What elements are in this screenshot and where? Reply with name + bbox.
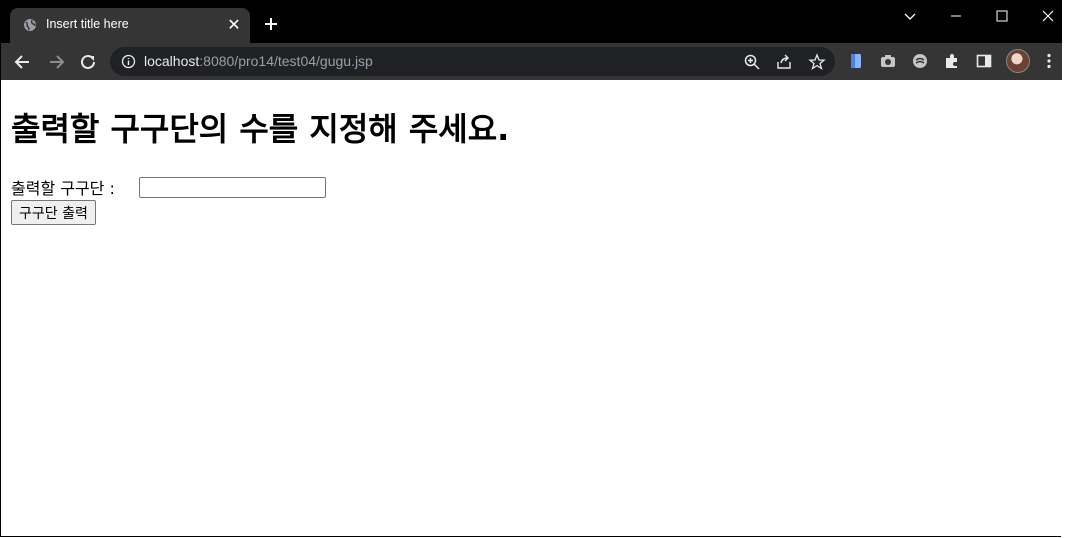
page-content: 출력할 구구단의 수를 지정해 주세요. 출력할 구구단 : 구구단 출력: [2, 80, 1061, 536]
zoom-in-icon[interactable]: [743, 53, 761, 71]
profile-avatar[interactable]: [1006, 49, 1030, 73]
extension-round-icon[interactable]: [910, 51, 930, 71]
url-host: localhost: [144, 53, 200, 69]
extension-docs-icon[interactable]: [846, 51, 866, 71]
side-panel-icon[interactable]: [974, 51, 994, 71]
maximize-icon[interactable]: [992, 6, 1012, 26]
kebab-menu-icon[interactable]: [1039, 51, 1059, 71]
title-bar: Insert title here ✕: [1, 0, 1062, 43]
dan-input[interactable]: [139, 177, 326, 198]
browser-toolbar: localhost:8080/pro14/test04/gugu.jsp: [1, 43, 1062, 80]
close-window-icon[interactable]: [1038, 6, 1058, 26]
new-tab-icon[interactable]: [261, 14, 281, 34]
tab-active[interactable]: Insert title here ✕: [10, 8, 250, 43]
tab-close-icon[interactable]: ✕: [226, 17, 242, 33]
info-icon[interactable]: [121, 54, 136, 69]
print-gugu-button[interactable]: 구구단 출력: [11, 200, 96, 225]
arrow-right-icon[interactable]: [45, 51, 67, 73]
arrow-left-icon[interactable]: [12, 51, 34, 73]
dan-label: 출력할 구구단 :: [11, 179, 115, 198]
url-text[interactable]: localhost:8080/pro14/test04/gugu.jsp: [144, 53, 373, 69]
star-icon[interactable]: [808, 53, 826, 71]
tab-search-icon[interactable]: [900, 6, 920, 26]
page-title: 출력할 구구단의 수를 지정해 주세요.: [11, 110, 510, 148]
tab-title: Insert title here: [46, 17, 129, 31]
globe-icon: [24, 19, 36, 31]
minimize-icon[interactable]: [946, 6, 966, 26]
reload-icon[interactable]: [77, 51, 99, 73]
puzzle-icon[interactable]: [942, 51, 962, 71]
browser-window: Insert title here ✕ localhost:8080/pro14…: [0, 0, 1062, 537]
camera-icon[interactable]: [878, 51, 898, 71]
address-bar[interactable]: localhost:8080/pro14/test04/gugu.jsp: [110, 47, 835, 76]
url-path: :8080/pro14/test04/gugu.jsp: [199, 53, 373, 69]
share-icon[interactable]: [775, 53, 793, 71]
